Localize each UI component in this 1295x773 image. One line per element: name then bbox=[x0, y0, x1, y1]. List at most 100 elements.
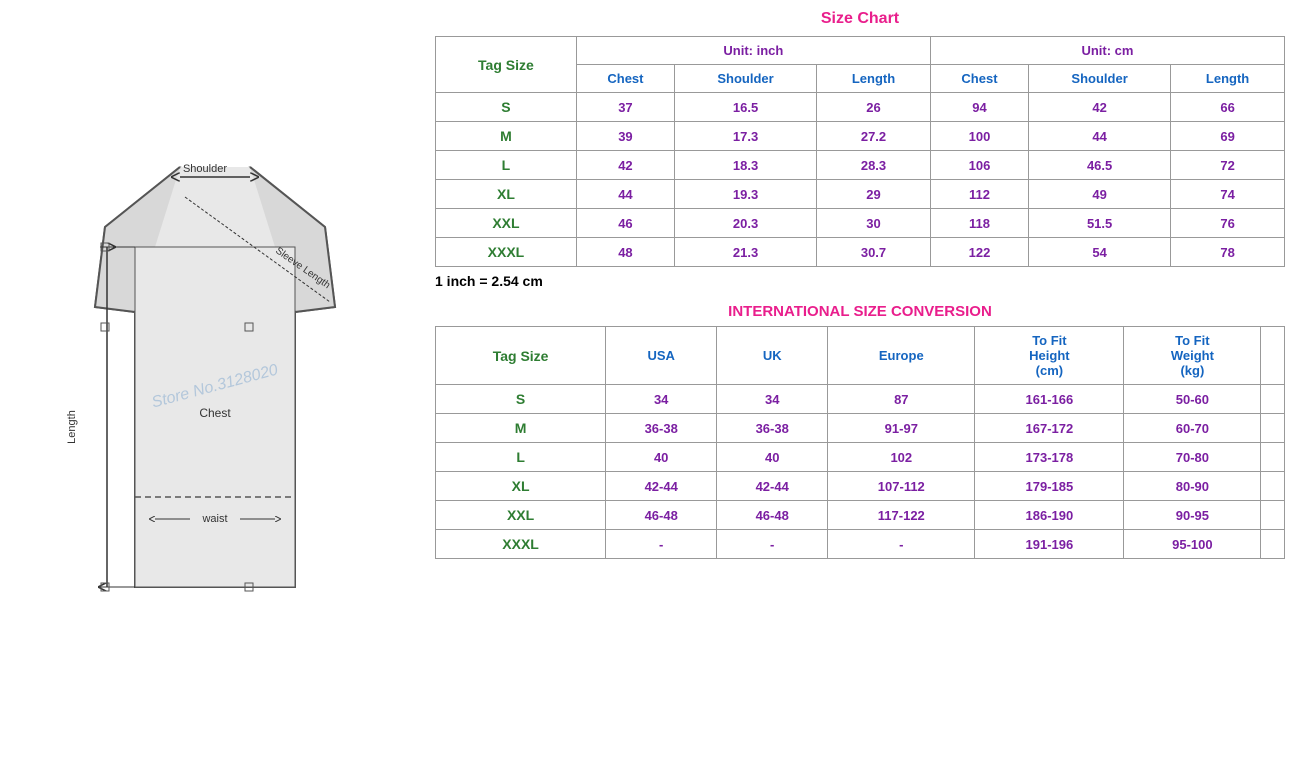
intl-uk-cell: 36-38 bbox=[717, 414, 828, 443]
size-chart-row: XXL 46 20.3 30 118 51.5 76 bbox=[436, 209, 1285, 238]
size-chart-table: Tag Size Unit: inch Unit: cm Chest Shoul… bbox=[435, 36, 1285, 267]
inch-length-cell: 30 bbox=[817, 209, 931, 238]
inch-length-cell: 29 bbox=[817, 180, 931, 209]
cm-shoulder-cell: 51.5 bbox=[1029, 209, 1171, 238]
intl-usa-cell: 40 bbox=[606, 443, 717, 472]
cm-length-cell: 76 bbox=[1171, 209, 1285, 238]
intl-extra-cell bbox=[1261, 530, 1285, 559]
size-chart-row: L 42 18.3 28.3 106 46.5 72 bbox=[436, 151, 1285, 180]
cm-length-cell: 78 bbox=[1171, 238, 1285, 267]
intl-uk-cell: 40 bbox=[717, 443, 828, 472]
intl-weight-cell: 95-100 bbox=[1124, 530, 1261, 559]
cm-length-cell: 74 bbox=[1171, 180, 1285, 209]
inch-length-cell: 28.3 bbox=[817, 151, 931, 180]
inch-chest-header: Chest bbox=[576, 65, 674, 93]
cm-shoulder-cell: 42 bbox=[1029, 93, 1171, 122]
size-chart-row: M 39 17.3 27.2 100 44 69 bbox=[436, 122, 1285, 151]
intl-weight-cell: 70-80 bbox=[1124, 443, 1261, 472]
intl-uk-cell: 46-48 bbox=[717, 501, 828, 530]
svg-text:Chest: Chest bbox=[199, 406, 231, 420]
intl-extra-cell bbox=[1261, 501, 1285, 530]
inch-length-header: Length bbox=[817, 65, 931, 93]
cm-shoulder-header: Shoulder bbox=[1029, 65, 1171, 93]
cm-length-cell: 72 bbox=[1171, 151, 1285, 180]
cm-chest-cell: 112 bbox=[930, 180, 1028, 209]
inch-shoulder-cell: 21.3 bbox=[675, 238, 817, 267]
intl-europe-cell: 91-97 bbox=[828, 414, 975, 443]
intl-row: XL 42-44 42-44 107-112 179-185 80-90 bbox=[436, 472, 1285, 501]
cm-chest-cell: 106 bbox=[930, 151, 1028, 180]
intl-weight-cell: 90-95 bbox=[1124, 501, 1261, 530]
intl-row: M 36-38 36-38 91-97 167-172 60-70 bbox=[436, 414, 1285, 443]
intl-row: XXXL - - - 191-196 95-100 bbox=[436, 530, 1285, 559]
cm-length-cell: 69 bbox=[1171, 122, 1285, 151]
intl-tag-cell: XXXL bbox=[436, 530, 606, 559]
intl-europe-cell: 102 bbox=[828, 443, 975, 472]
left-panel: Shoulder Chest Length waist Sleeve Lengt… bbox=[0, 0, 430, 773]
intl-weight-header: To FitWeight(kg) bbox=[1124, 327, 1261, 385]
intl-weight-cell: 80-90 bbox=[1124, 472, 1261, 501]
inch-chest-cell: 37 bbox=[576, 93, 674, 122]
svg-text:Length: Length bbox=[66, 410, 78, 444]
shirt-diagram: Shoulder Chest Length waist Sleeve Lengt… bbox=[35, 107, 395, 667]
size-chart-row: S 37 16.5 26 94 42 66 bbox=[436, 93, 1285, 122]
intl-europe-header: Europe bbox=[828, 327, 975, 385]
cm-chest-cell: 94 bbox=[930, 93, 1028, 122]
tag-size-cell: XXXL bbox=[436, 238, 577, 267]
intl-usa-cell: 42-44 bbox=[606, 472, 717, 501]
inch-shoulder-cell: 19.3 bbox=[675, 180, 817, 209]
intl-weight-cell: 50-60 bbox=[1124, 385, 1261, 414]
unit-cm-header: Unit: cm bbox=[930, 37, 1284, 65]
intl-height-cell: 167-172 bbox=[975, 414, 1124, 443]
tag-size-cell: XL bbox=[436, 180, 577, 209]
cm-length-cell: 66 bbox=[1171, 93, 1285, 122]
intl-tag-cell: XXL bbox=[436, 501, 606, 530]
intl-row: S 34 34 87 161-166 50-60 bbox=[436, 385, 1285, 414]
intl-row: XXL 46-48 46-48 117-122 186-190 90-95 bbox=[436, 501, 1285, 530]
cm-chest-header: Chest bbox=[930, 65, 1028, 93]
intl-height-cell: 179-185 bbox=[975, 472, 1124, 501]
inch-shoulder-header: Shoulder bbox=[675, 65, 817, 93]
intl-usa-cell: - bbox=[606, 530, 717, 559]
cm-shoulder-cell: 49 bbox=[1029, 180, 1171, 209]
intl-usa-cell: 36-38 bbox=[606, 414, 717, 443]
intl-height-cell: 161-166 bbox=[975, 385, 1124, 414]
intl-usa-cell: 46-48 bbox=[606, 501, 717, 530]
intl-table: Tag Size USA UK Europe To FitHeight(cm) … bbox=[435, 326, 1285, 559]
svg-text:Shoulder: Shoulder bbox=[183, 163, 227, 175]
cm-chest-cell: 122 bbox=[930, 238, 1028, 267]
intl-row: L 40 40 102 173-178 70-80 bbox=[436, 443, 1285, 472]
inch-length-cell: 27.2 bbox=[817, 122, 931, 151]
inch-chest-cell: 39 bbox=[576, 122, 674, 151]
intl-extra-cell bbox=[1261, 472, 1285, 501]
unit-inch-header: Unit: inch bbox=[576, 37, 930, 65]
intl-europe-cell: 87 bbox=[828, 385, 975, 414]
intl-weight-cell: 60-70 bbox=[1124, 414, 1261, 443]
intl-uk-cell: 42-44 bbox=[717, 472, 828, 501]
intl-tag-size-header: Tag Size bbox=[436, 327, 606, 385]
inch-shoulder-cell: 20.3 bbox=[675, 209, 817, 238]
inch-length-cell: 30.7 bbox=[817, 238, 931, 267]
conversion-note: 1 inch = 2.54 cm bbox=[435, 267, 1285, 295]
tag-size-header: Tag Size bbox=[436, 37, 577, 93]
inch-shoulder-cell: 17.3 bbox=[675, 122, 817, 151]
intl-height-cell: 186-190 bbox=[975, 501, 1124, 530]
inch-shoulder-cell: 18.3 bbox=[675, 151, 817, 180]
intl-usa-header: USA bbox=[606, 327, 717, 385]
intl-uk-header: UK bbox=[717, 327, 828, 385]
svg-text:waist: waist bbox=[201, 513, 227, 525]
inch-chest-cell: 44 bbox=[576, 180, 674, 209]
intl-europe-cell: 107-112 bbox=[828, 472, 975, 501]
inch-shoulder-cell: 16.5 bbox=[675, 93, 817, 122]
intl-extra-cell bbox=[1261, 414, 1285, 443]
size-chart-title: Size Chart bbox=[435, 10, 1285, 28]
cm-shoulder-cell: 44 bbox=[1029, 122, 1171, 151]
intl-tag-cell: XL bbox=[436, 472, 606, 501]
cm-chest-cell: 100 bbox=[930, 122, 1028, 151]
tag-size-cell: M bbox=[436, 122, 577, 151]
cm-shoulder-cell: 46.5 bbox=[1029, 151, 1171, 180]
inch-chest-cell: 48 bbox=[576, 238, 674, 267]
cm-shoulder-cell: 54 bbox=[1029, 238, 1171, 267]
size-chart-row: XXXL 48 21.3 30.7 122 54 78 bbox=[436, 238, 1285, 267]
inch-chest-cell: 42 bbox=[576, 151, 674, 180]
